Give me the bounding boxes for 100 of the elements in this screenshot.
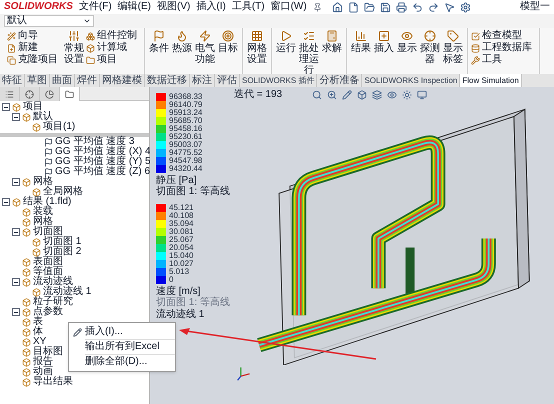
ribbon-button[interactable]: 工程数据库 xyxy=(471,42,536,54)
tree-item[interactable]: 项目(1) xyxy=(43,122,76,132)
check-icon xyxy=(471,32,480,40)
tree-item[interactable]: XY xyxy=(33,337,46,347)
scale-value: 0 xyxy=(169,276,174,284)
menu-item[interactable]: 视图(V) xyxy=(157,1,190,13)
ribbon-button[interactable]: 目标 xyxy=(217,30,239,54)
ribbon-button[interactable]: 工具 xyxy=(471,54,536,66)
tree-item[interactable]: 默认 xyxy=(33,112,53,122)
ribbon-button[interactable]: 显示 xyxy=(396,30,418,54)
box-icon xyxy=(86,44,95,52)
menu-item[interactable]: 插入(I) xyxy=(196,1,226,13)
iteration-label: 迭代 = 193 xyxy=(234,90,282,100)
settings-icon[interactable] xyxy=(460,2,471,12)
ribbon-button[interactable]: 计算域 xyxy=(86,42,141,54)
ribbon-button[interactable]: 新建 xyxy=(7,42,62,54)
pin-icon[interactable] xyxy=(312,2,322,12)
tree-item[interactable]: GG 平均值 速度 (Z) 6 xyxy=(55,167,150,177)
tree-item[interactable]: 等值面 xyxy=(33,267,63,277)
tree-item[interactable]: 流动迹线 1 xyxy=(43,287,92,297)
collapse-toggle[interactable] xyxy=(12,308,20,316)
ribbon-button[interactable]: 组件控制 xyxy=(86,30,141,42)
crosshair-icon xyxy=(424,30,436,42)
collapse-toggle[interactable] xyxy=(12,113,20,121)
panel-tab[interactable] xyxy=(60,87,80,101)
database-icon xyxy=(471,44,480,52)
collapse-toggle[interactable] xyxy=(12,278,20,286)
tree-item[interactable]: 全局网格 xyxy=(43,187,83,197)
ribbon-button[interactable]: 探测器 xyxy=(419,30,441,65)
tree-item[interactable]: 表面图 xyxy=(33,257,63,267)
tree-item[interactable]: 体 xyxy=(33,327,43,337)
redo-icon[interactable] xyxy=(428,2,439,12)
ribbon-button[interactable]: 向导 xyxy=(7,30,62,42)
tree-item[interactable]: 网格 xyxy=(33,177,53,187)
tree-item[interactable]: 切面图 2 xyxy=(43,247,82,257)
home-icon[interactable] xyxy=(332,2,343,12)
tree-item[interactable]: 装载 xyxy=(33,207,53,217)
ribbon-button[interactable]: 批处理运行 xyxy=(298,30,320,76)
collapse-toggle[interactable] xyxy=(12,228,20,236)
tree-item[interactable]: 表 xyxy=(33,317,43,327)
tree-item[interactable]: 网格 xyxy=(33,217,53,227)
ribbon-tab[interactable]: Flow Simulation xyxy=(460,74,522,87)
ribbon-button[interactable]: 运行 xyxy=(275,30,297,54)
tree-item[interactable]: 结果 (1.fld) xyxy=(23,197,72,207)
cube-icon xyxy=(22,298,31,306)
collapse-toggle[interactable] xyxy=(12,178,20,186)
tree-item[interactable]: GG 平均值 速度 (X) 4 xyxy=(55,147,151,157)
print-icon[interactable] xyxy=(396,2,407,12)
tree-item[interactable]: 切面图 xyxy=(33,227,63,237)
tree-item[interactable]: GG 平均值 速度 3 xyxy=(55,137,134,147)
layers-icon[interactable] xyxy=(372,90,382,100)
menu-item[interactable]: 输出所有到Excel xyxy=(69,340,175,354)
tree-item[interactable]: 动画 xyxy=(33,367,53,377)
tree-item[interactable]: GG 平均值 速度 (Y) 5 xyxy=(55,157,151,167)
open-folder-icon[interactable] xyxy=(364,2,375,12)
ribbon-button[interactable]: 常规设置 xyxy=(63,30,85,65)
ribbon-button[interactable]: 求解 xyxy=(321,30,343,54)
new-file-icon[interactable] xyxy=(348,2,359,12)
ribbon-button[interactable]: 电气功能 xyxy=(194,30,216,65)
menu-item[interactable]: 窗口(W) xyxy=(270,1,307,13)
save-icon[interactable] xyxy=(380,2,391,12)
ribbon-button[interactable]: 检查模型 xyxy=(471,30,536,42)
monitor-icon[interactable] xyxy=(417,90,428,100)
cube-icon xyxy=(32,188,41,196)
cube-icon xyxy=(22,112,31,122)
menu-item[interactable]: 删除全部(D)... xyxy=(69,355,175,369)
ribbon-button[interactable]: 插入 xyxy=(373,30,395,54)
tree-item[interactable]: 目标图 xyxy=(33,347,63,357)
tree-item[interactable]: 流动迹线 xyxy=(33,277,73,287)
ribbon-button[interactable]: 项目 xyxy=(86,54,141,66)
panel-tab[interactable] xyxy=(20,87,40,101)
panel-tab[interactable] xyxy=(40,87,60,101)
sun-icon[interactable] xyxy=(402,90,412,100)
tree-item[interactable]: 导出结果 xyxy=(33,377,73,387)
zoom-icon[interactable] xyxy=(327,90,338,100)
eye-icon[interactable] xyxy=(387,90,398,100)
pencil-icon[interactable] xyxy=(342,90,352,100)
pointer-icon[interactable] xyxy=(444,2,455,12)
box-icon[interactable] xyxy=(357,90,368,100)
tree-item[interactable]: 项目 xyxy=(23,102,43,112)
ribbon-button[interactable]: 条件 xyxy=(148,30,170,54)
menu-item[interactable]: 编辑(E) xyxy=(118,1,152,13)
undo-icon[interactable] xyxy=(412,2,423,12)
menu-item[interactable]: 工具(T) xyxy=(232,1,265,13)
tree-item[interactable]: 点参数 xyxy=(33,307,63,317)
ribbon-button[interactable]: 显示标签 xyxy=(442,30,464,65)
ribbon-button[interactable]: 热源 xyxy=(171,30,193,54)
ribbon-button[interactable]: 结果 xyxy=(350,30,372,54)
tree-item[interactable]: 粒子研究 xyxy=(33,297,73,307)
ribbon-button[interactable]: 网格设置 xyxy=(246,30,268,65)
ribbon-button[interactable]: 克隆项目 xyxy=(7,54,62,66)
search-icon[interactable] xyxy=(312,90,322,100)
tree-item[interactable]: 切面图 1 xyxy=(43,237,82,247)
collapse-toggle[interactable] xyxy=(2,103,10,111)
menu-item[interactable]: 文件(F) xyxy=(78,1,112,13)
collapse-toggle[interactable] xyxy=(2,198,10,206)
configuration-dropdown[interactable]: 默认 xyxy=(4,15,94,27)
tree-item[interactable]: 报告 xyxy=(33,357,53,367)
legend-note: 切面图 1: 等高线 xyxy=(156,297,228,308)
menu-item[interactable]: 插入(I)... xyxy=(69,325,175,339)
